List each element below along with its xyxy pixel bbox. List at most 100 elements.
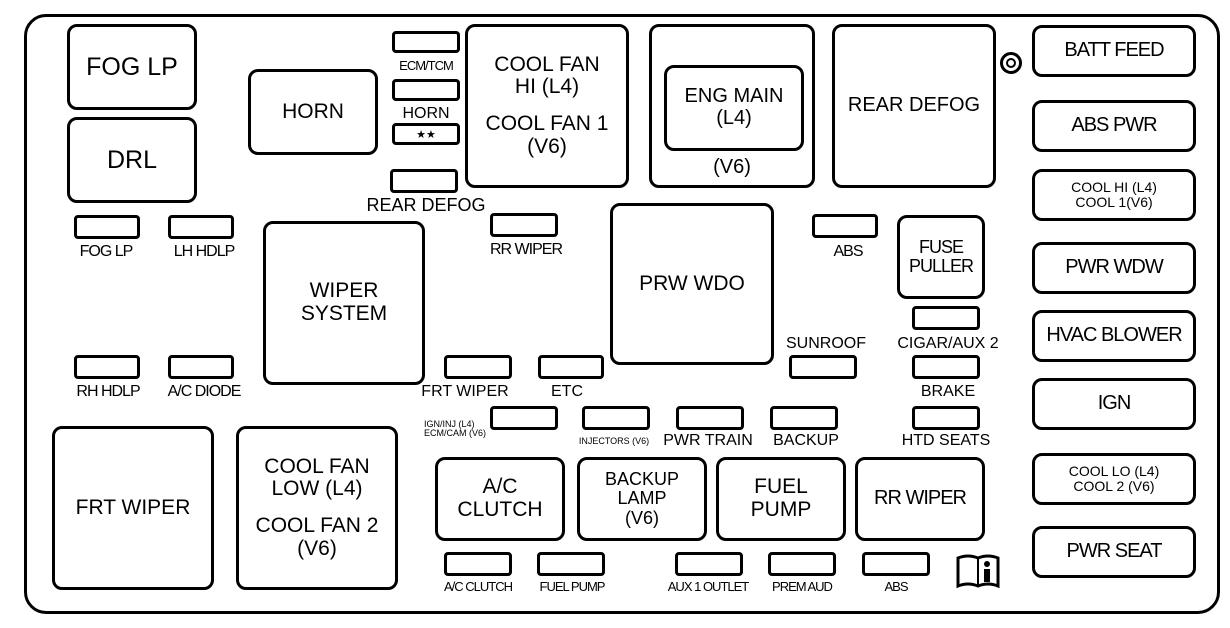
fuse-label-ecm-tcm: ECM/TCM: [399, 58, 454, 73]
fuse-brake[interactable]: [912, 355, 980, 379]
fuse-etc[interactable]: [538, 355, 604, 379]
relay-drl[interactable]: DRL: [67, 117, 197, 203]
maxi-fuse-abs-pwr[interactable]: ABS PWR: [1032, 100, 1196, 152]
relay-rr-wiper[interactable]: RR WIPER: [855, 457, 985, 541]
fuse-sunroof[interactable]: [789, 355, 857, 379]
fuse-horn[interactable]: [392, 79, 460, 101]
fuse-label-htd-seats: HTD SEATS: [901, 432, 991, 449]
fuse-frt-wiper[interactable]: [444, 355, 512, 379]
relay-horn[interactable]: HORN: [248, 69, 378, 155]
relay-label-line: ENG MAIN: [684, 85, 784, 108]
fuse-label-ign-inj: IGN/INJ (L4) ECM/CAM (V6): [424, 419, 486, 439]
relay-label-line: PUMP: [750, 498, 812, 521]
relay-label-line: SYSTEM: [300, 302, 388, 325]
maxi-fuse-label-line: COOL 2 (V6): [1073, 478, 1155, 494]
fuse-label-pwr-train: PWR TRAIN: [663, 432, 753, 449]
maxi-fuse-label-line: COOL HI (L4): [1071, 178, 1157, 195]
fuse-ac-diode[interactable]: [168, 355, 234, 379]
relay-fuel-pump[interactable]: FUEL PUMP: [716, 457, 846, 541]
relay-label: FRT WIPER: [75, 495, 191, 519]
fuse-label-etc: ETC: [551, 383, 583, 400]
fuse-rh-hdlp[interactable]: [74, 355, 140, 379]
fuse-label-fuel-pump: FUEL PUMP: [539, 579, 606, 594]
maxi-fuse-label: ABS PWR: [1071, 114, 1157, 137]
maxi-fuse-ign[interactable]: IGN: [1032, 378, 1196, 430]
relay-label-line: (V6): [624, 507, 659, 528]
ring-terminal-icon: [1000, 52, 1022, 74]
maxi-fuse-hvac-blower[interactable]: HVAC BLOWER: [1032, 310, 1196, 362]
fuse-spare[interactable]: ★★: [392, 123, 460, 145]
fuse-label-sunroof: SUNROOF: [786, 335, 866, 352]
fuse-ign-inj[interactable]: [490, 406, 558, 430]
fuse-label-ac-clutch: A/C CLUTCH: [443, 579, 513, 594]
relay-wiper-system[interactable]: WIPER SYSTEM: [263, 221, 425, 385]
maxi-fuse-label: PWR WDW: [1065, 256, 1163, 279]
relay-label-line: (L4): [716, 107, 752, 129]
relay-cool-fan-low[interactable]: COOL FAN LOW (L4) COOL FAN 2 (V6): [236, 426, 398, 590]
fuse-lh-hdlp[interactable]: [168, 215, 234, 239]
fuse-injectors[interactable]: [582, 406, 650, 430]
fuse-htd-seats[interactable]: [912, 406, 980, 430]
fuse-pwr-train[interactable]: [676, 406, 744, 430]
maxi-fuse-cool-lo[interactable]: COOL LO (L4) COOL 2 (V6): [1032, 453, 1196, 505]
maxi-fuse-label-line: COOL LO (L4): [1068, 462, 1160, 479]
fuse-fuel-pump[interactable]: [537, 552, 605, 576]
relay-label-line: (V6): [527, 134, 567, 158]
relay-label: HORN: [282, 99, 344, 123]
maxi-fuse-label: IGN: [1097, 392, 1132, 415]
fuse-label-fog-lp: FOG LP: [79, 243, 134, 260]
maxi-fuse-pwr-wdw[interactable]: PWR WDW: [1032, 242, 1196, 294]
fuse-puller[interactable]: FUSE PULLER: [897, 215, 985, 299]
fuse-rear-defog[interactable]: [390, 169, 458, 193]
maxi-fuse-cool-hi[interactable]: COOL HI (L4) COOL 1(V6): [1032, 169, 1196, 221]
relay-label-line: WIPER: [309, 279, 379, 303]
book-info-icon: [956, 554, 1000, 589]
fuse-label-backup: BACKUP: [773, 432, 839, 449]
fuse-label-horn: HORN: [402, 105, 450, 122]
relay-label-line: CLUTCH: [457, 498, 543, 521]
relay-label-line: LAMP: [617, 488, 667, 509]
maxi-fuse-label: BATT FEED: [1064, 39, 1164, 62]
fuse-abs-bottom[interactable]: [862, 552, 930, 576]
relay-label-line: COOL FAN 1: [485, 112, 609, 135]
spare-mark: ★★: [416, 128, 436, 141]
maxi-fuse-batt-feed[interactable]: BATT FEED: [1032, 25, 1196, 77]
fuse-label-abs-bottom: ABS: [884, 579, 908, 594]
relay-eng-main-l4[interactable]: ENG MAIN (L4): [664, 65, 804, 151]
fuse-label-ac-diode: A/C DIODE: [167, 383, 242, 400]
fuse-backup[interactable]: [770, 406, 838, 430]
relay-frt-wiper[interactable]: FRT WIPER: [52, 426, 214, 590]
fuse-prem-aud[interactable]: [768, 552, 836, 576]
maxi-fuse-pwr-seat[interactable]: PWR SEAT: [1032, 526, 1196, 578]
fuse-fog-lp[interactable]: [74, 215, 140, 239]
fuse-label-rh-hdlp: RH HDLP: [76, 383, 140, 400]
relay-rear-defog[interactable]: REAR DEFOG: [832, 24, 996, 188]
relay-backup-lamp[interactable]: BACKUP LAMP (V6): [577, 457, 707, 541]
fuse-ac-clutch[interactable]: [444, 552, 512, 576]
relay-label-line: BACKUP: [604, 468, 680, 489]
relay-label-line: LOW (L4): [271, 477, 363, 501]
fuse-cigar-aux2[interactable]: [912, 306, 980, 330]
relay-label-line: COOL FAN: [494, 52, 600, 76]
fuse-label-abs-top: ABS: [833, 243, 863, 260]
fuse-label-rr-wiper: RR WIPER: [490, 241, 563, 258]
relay-prw-wdo[interactable]: PRW WDO: [610, 203, 774, 365]
relay-label-line: HI (L4): [514, 75, 580, 99]
maxi-fuse-label-line: COOL 1(V6): [1075, 194, 1153, 210]
fuse-label-injectors: INJECTORS (V6): [578, 436, 650, 446]
relay-cool-fan-hi[interactable]: COOL FAN HI (L4) COOL FAN 1 (V6): [465, 24, 629, 188]
relay-ac-clutch[interactable]: A/C CLUTCH: [435, 457, 565, 541]
relay-label: RR WIPER: [874, 487, 967, 510]
fuse-label-lh-hdlp: LH HDLP: [173, 243, 236, 260]
fuse-aux1-outlet[interactable]: [675, 552, 743, 576]
relay-fog-lp[interactable]: FOG LP: [67, 24, 197, 110]
relay-label-line: COOL FAN: [264, 454, 370, 478]
relay-label-line: A/C: [482, 475, 518, 499]
fuse-label-brake: BRAKE: [920, 383, 976, 400]
fuse-label-aux1-outlet: AUX 1 OUTLET: [667, 579, 749, 594]
fuse-abs-top[interactable]: [812, 214, 878, 238]
relay-label: (V6): [713, 156, 751, 179]
relay-label: REAR DEFOG: [847, 94, 981, 117]
fuse-rr-wiper[interactable]: [490, 213, 558, 237]
fuse-ecm-tcm[interactable]: [392, 31, 460, 53]
